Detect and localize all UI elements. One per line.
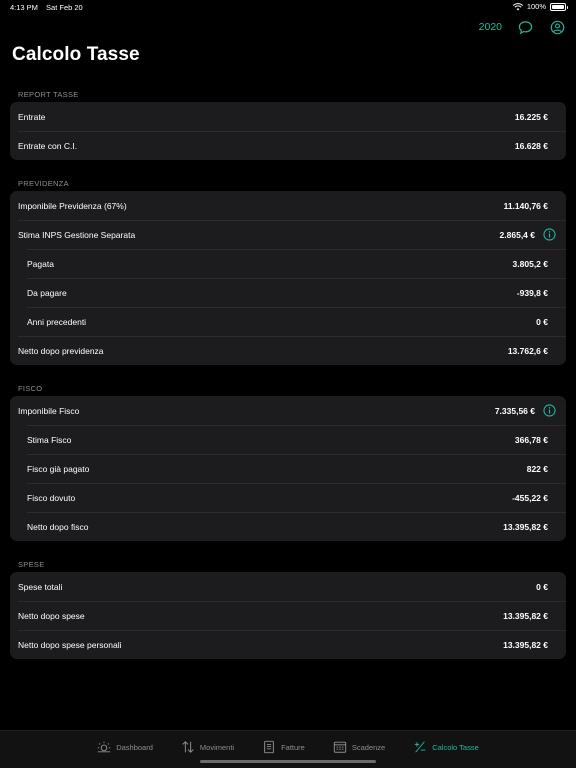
profile-button[interactable] bbox=[548, 18, 566, 36]
row-netto-dopo-spese-personali: Netto dopo spese personali 13.395,82 € bbox=[10, 630, 566, 659]
row-label: Pagata bbox=[27, 258, 54, 269]
row-label: Netto dopo spese personali bbox=[18, 639, 122, 650]
row-label: Fisco dovuto bbox=[27, 492, 76, 503]
row-value: -455,22 € bbox=[512, 492, 548, 503]
row-value: 16.628 € bbox=[514, 140, 548, 151]
row-value: 3.805,2 € bbox=[512, 258, 548, 269]
section-header-spese: SPESE bbox=[18, 560, 45, 569]
row-label: Netto dopo spese bbox=[18, 610, 85, 621]
plus-minus-icon bbox=[414, 741, 426, 753]
row-label: Stima INPS Gestione Separata bbox=[18, 229, 136, 240]
tab-scadenze[interactable]: Scadenze bbox=[319, 731, 399, 763]
info-icon[interactable] bbox=[543, 228, 556, 241]
row-netto-dopo-previdenza: Netto dopo previdenza 13.762,6 € bbox=[10, 336, 566, 365]
arrows-updown-icon bbox=[182, 741, 194, 753]
tab-label: Movimenti bbox=[199, 742, 235, 752]
section-header-report: REPORT TASSE bbox=[18, 90, 79, 99]
row-label: Netto dopo previdenza bbox=[18, 345, 104, 356]
row-value: -939,8 € bbox=[516, 287, 548, 298]
row-imponibile-previdenza: Imponibile Previdenza (67%) 11.140,76 € bbox=[10, 191, 566, 220]
sun-icon bbox=[98, 741, 111, 753]
top-bar: 2020 bbox=[479, 18, 566, 36]
section-header-fisco: FISCO bbox=[18, 384, 43, 393]
row-value: 13.762,6 € bbox=[507, 345, 548, 356]
calendar-icon bbox=[333, 741, 347, 753]
row-label: Netto dopo fisco bbox=[27, 521, 89, 532]
row-value: 0 € bbox=[536, 581, 548, 592]
section-header-previdenza: PREVIDENZA bbox=[18, 179, 69, 188]
tab-label: Scadenze bbox=[351, 742, 386, 752]
row-value: 366,78 € bbox=[514, 434, 548, 445]
user-circle-icon bbox=[550, 20, 564, 34]
row-stima-fisco: Stima Fisco 366,78 € bbox=[10, 425, 566, 454]
row-label: Imponibile Previdenza (67%) bbox=[18, 200, 127, 211]
row-value: 13.395,82 € bbox=[503, 639, 548, 650]
card-report: Entrate 16.225 € Entrate con C.I. 16.628… bbox=[10, 102, 566, 160]
row-netto-dopo-spese: Netto dopo spese 13.395,82 € bbox=[10, 601, 566, 630]
row-fisco-dovuto: Fisco dovuto -455,22 € bbox=[10, 483, 566, 512]
battery-icon bbox=[550, 2, 568, 11]
chat-button[interactable] bbox=[516, 18, 534, 36]
tab-calcolo-tasse[interactable]: Calcolo Tasse bbox=[399, 731, 493, 763]
row-value: 7.335,56 € bbox=[494, 405, 535, 416]
tab-movimenti[interactable]: Movimenti bbox=[167, 731, 248, 763]
tab-fatture[interactable]: Fatture bbox=[248, 731, 319, 763]
tab-dashboard[interactable]: Dashboard bbox=[83, 731, 167, 763]
row-anni-precedenti: Anni precedenti 0 € bbox=[10, 307, 566, 336]
wifi-icon bbox=[512, 2, 523, 10]
row-label: Da pagare bbox=[27, 287, 67, 298]
page-title: Calcolo Tasse bbox=[12, 44, 140, 65]
card-fisco: Imponibile Fisco 7.335,56 € Stima Fisco … bbox=[10, 396, 566, 541]
row-label: Entrate con C.I. bbox=[18, 140, 78, 151]
card-spese: Spese totali 0 € Netto dopo spese 13.395… bbox=[10, 572, 566, 659]
row-imponibile-fisco: Imponibile Fisco 7.335,56 € bbox=[10, 396, 566, 425]
row-label: Fisco già pagato bbox=[27, 463, 90, 474]
card-previdenza: Imponibile Previdenza (67%) 11.140,76 € … bbox=[10, 191, 566, 365]
row-entrate: Entrate 16.225 € bbox=[10, 102, 566, 131]
home-indicator bbox=[200, 760, 376, 763]
row-value: 11.140,76 € bbox=[503, 200, 548, 211]
row-stima-inps: Stima INPS Gestione Separata 2.865,4 € bbox=[10, 220, 566, 249]
row-fisco-gia-pagato: Fisco già pagato 822 € bbox=[10, 454, 566, 483]
chat-bubble-icon bbox=[518, 20, 532, 34]
row-value: 13.395,82 € bbox=[503, 610, 548, 621]
row-entrate-ci: Entrate con C.I. 16.628 € bbox=[10, 131, 566, 160]
row-label: Imponibile Fisco bbox=[18, 405, 80, 416]
tab-label: Fatture bbox=[281, 742, 305, 752]
tab-label: Calcolo Tasse bbox=[432, 742, 479, 752]
tab-label: Dashboard bbox=[116, 742, 153, 752]
row-value: 16.225 € bbox=[514, 111, 548, 122]
row-value: 822 € bbox=[526, 463, 548, 474]
document-icon bbox=[264, 740, 274, 754]
row-pagata: Pagata 3.805,2 € bbox=[10, 249, 566, 278]
row-value: 2.865,4 € bbox=[499, 229, 535, 240]
row-da-pagare: Da pagare -939,8 € bbox=[10, 278, 566, 307]
info-icon[interactable] bbox=[543, 404, 556, 417]
row-spese-totali: Spese totali 0 € bbox=[10, 572, 566, 601]
row-label: Spese totali bbox=[18, 581, 63, 592]
row-value: 0 € bbox=[536, 316, 548, 327]
status-date: Sat Feb 20 bbox=[46, 3, 83, 12]
year-selector-button[interactable]: 2020 bbox=[479, 21, 502, 33]
row-value: 13.395,82 € bbox=[503, 521, 548, 532]
status-bar: 4:13 PM Sat Feb 20 100% bbox=[0, 0, 576, 14]
row-label: Stima Fisco bbox=[27, 434, 72, 445]
battery-percent: 100% bbox=[526, 2, 546, 11]
row-label: Entrate bbox=[18, 111, 46, 122]
status-time: 4:13 PM bbox=[10, 3, 38, 12]
row-netto-dopo-fisco: Netto dopo fisco 13.395,82 € bbox=[10, 512, 566, 541]
row-label: Anni precedenti bbox=[27, 316, 87, 327]
